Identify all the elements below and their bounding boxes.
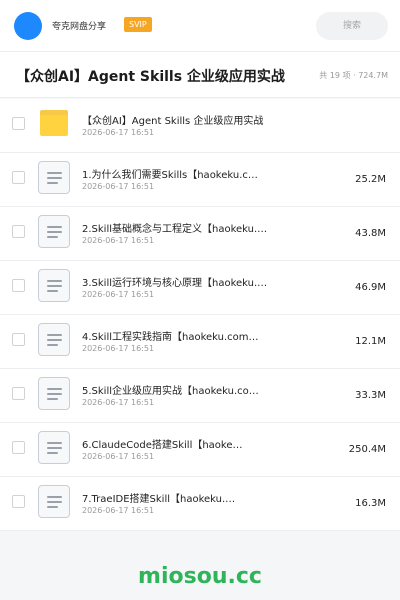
item-date: 2026-06-17 16:51 (82, 506, 155, 515)
row-checkbox[interactable] (12, 171, 25, 184)
item-size: 250.4M (348, 444, 386, 455)
file-icon (36, 161, 70, 195)
list-item-folder[interactable]: 【众创AI】Agent Skills 企业级应用实战 2026-06-17 16… (0, 99, 400, 153)
list-item[interactable]: 6.ClaudeCode搭建Skill【haoke… 2026-06-17 16… (0, 423, 400, 477)
item-name: 1.为什么我们需要Skills【haokeku.c… (82, 170, 258, 181)
item-date: 2026-06-17 16:51 (82, 182, 155, 191)
item-name: 5.Skill企业级应用实战【haokeku.co… (82, 386, 259, 397)
row-checkbox[interactable] (12, 441, 25, 454)
item-size: 33.3M (355, 390, 386, 401)
row-checkbox[interactable] (12, 387, 25, 400)
item-size: 16.3M (355, 498, 386, 509)
folder-icon (36, 107, 70, 141)
item-name: 3.Skill运行环境与核心原理【haokeku.… (82, 278, 268, 289)
item-name: 6.ClaudeCode搭建Skill【haoke… (82, 440, 243, 451)
search-input[interactable] (316, 12, 388, 40)
item-size: 46.9M (355, 282, 386, 293)
item-size: 25.2M (355, 174, 386, 185)
item-summary: 共 19 项 · 724.7M (319, 71, 388, 80)
file-icon (36, 269, 70, 303)
item-date: 2026-06-17 16:51 (82, 236, 155, 245)
top-bar: 夸克网盘分享 SVIP (0, 0, 400, 52)
list-item[interactable]: 3.Skill运行环境与核心原理【haokeku.… 2026-06-17 16… (0, 261, 400, 315)
list-item[interactable]: 7.TraeIDE搭建Skill【haokeku.… 2026-06-17 16… (0, 477, 400, 531)
row-checkbox[interactable] (12, 117, 25, 130)
file-list: 【众创AI】Agent Skills 企业级应用实战 2026-06-17 16… (0, 99, 400, 531)
svip-badge: SVIP (124, 17, 152, 32)
folder-header: 【众创AI】Agent Skills 企业级应用实战 共 19 项 · 724.… (0, 52, 400, 98)
row-checkbox[interactable] (12, 279, 25, 292)
list-item[interactable]: 5.Skill企业级应用实战【haokeku.co… 2026-06-17 16… (0, 369, 400, 423)
row-checkbox[interactable] (12, 333, 25, 346)
app-name: 夸克网盘分享 (52, 22, 107, 32)
item-date: 2026-06-17 16:51 (82, 344, 155, 353)
avatar[interactable] (14, 12, 42, 40)
item-name: 2.Skill基础概念与工程定义【haokeku.… (82, 224, 268, 235)
row-checkbox[interactable] (12, 225, 25, 238)
list-item[interactable]: 2.Skill基础概念与工程定义【haokeku.… 2026-06-17 16… (0, 207, 400, 261)
item-date: 2026-06-17 16:51 (82, 290, 155, 299)
row-checkbox[interactable] (12, 495, 25, 508)
item-name: 【众创AI】Agent Skills 企业级应用实战 (82, 116, 264, 127)
file-icon (36, 485, 70, 519)
item-date: 2026-06-17 16:51 (82, 128, 155, 137)
watermark: miosou.cc (138, 564, 262, 589)
item-size: 43.8M (355, 228, 386, 239)
item-size: 12.1M (355, 336, 386, 347)
item-date: 2026-06-17 16:51 (82, 452, 155, 461)
file-icon (36, 215, 70, 249)
item-name: 4.Skill工程实践指南【haokeku.com… (82, 332, 259, 343)
file-icon (36, 431, 70, 465)
list-item[interactable]: 4.Skill工程实践指南【haokeku.com… 2026-06-17 16… (0, 315, 400, 369)
list-item[interactable]: 1.为什么我们需要Skills【haokeku.c… 2026-06-17 16… (0, 153, 400, 207)
file-icon (36, 377, 70, 411)
file-icon (36, 323, 70, 357)
item-name: 7.TraeIDE搭建Skill【haokeku.… (82, 494, 236, 505)
item-date: 2026-06-17 16:51 (82, 398, 155, 407)
page-title: 【众创AI】Agent Skills 企业级应用实战 (16, 69, 285, 85)
